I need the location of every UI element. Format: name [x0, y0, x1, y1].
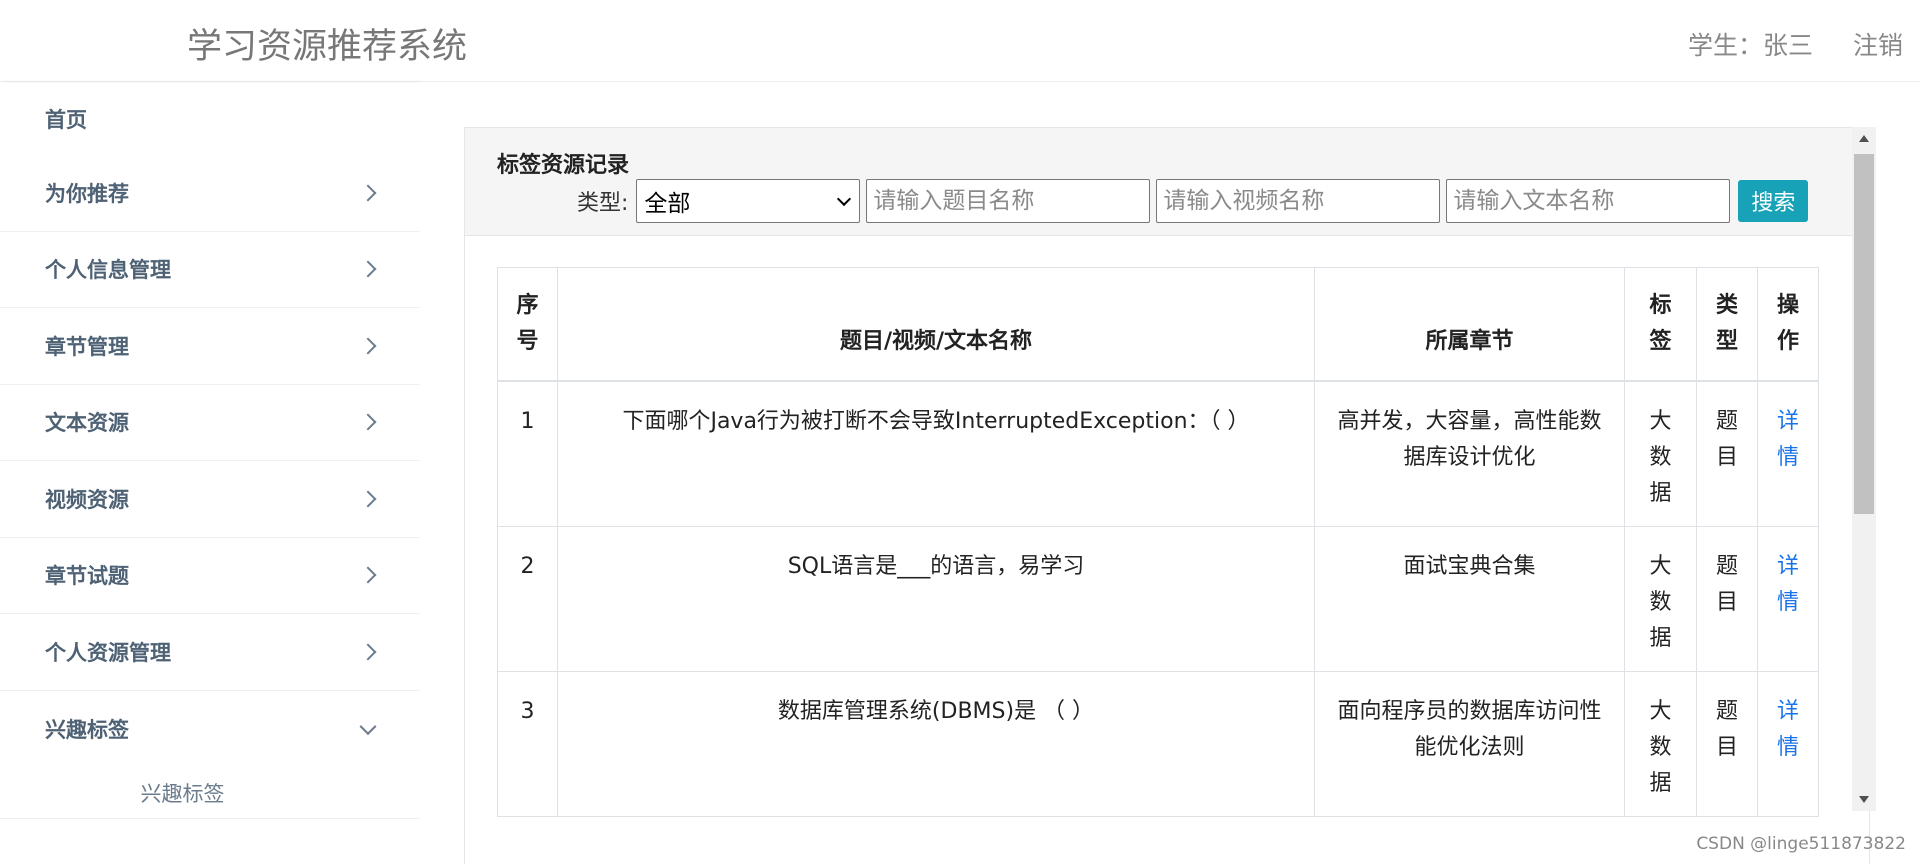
sidebar-item-recommend[interactable]: 为你推荐 — [0, 155, 420, 232]
scroll-down-arrow-icon[interactable] — [1859, 796, 1869, 803]
sidebar-item-chapter-questions[interactable]: 章节试题 — [0, 538, 420, 614]
cell-type: 题目 — [1696, 525, 1758, 672]
chevron-down-icon — [359, 717, 377, 735]
app-title: 学习资源推荐系统 — [187, 27, 468, 67]
column-header-name: 题目/视频/文本名称 — [557, 267, 1315, 382]
sidebar-item-personal-resources[interactable]: 个人资源管理 — [0, 614, 420, 691]
chevron-right-icon — [359, 643, 377, 661]
sidebar-subitem-label: 兴趣标签 — [140, 781, 225, 806]
chevron-right-icon — [359, 566, 377, 584]
cell-action: 详情 — [1757, 380, 1819, 527]
cell-name: 数据库管理系统(DBMS)是 （ ） — [557, 670, 1315, 817]
cell-name: SQL语言是___的语言，易学习 — [557, 525, 1315, 672]
type-select[interactable]: 全部 — [636, 179, 861, 223]
sidebar-item-video-resources[interactable]: 视频资源 — [0, 461, 420, 538]
detail-link[interactable]: 详情 — [1776, 549, 1800, 621]
user-label: 学生：张三 — [1687, 31, 1813, 60]
table-row: 3 数据库管理系统(DBMS)是 （ ） 面向程序员的数据库访问性能优化法则 大… — [497, 670, 1819, 817]
column-header-chapter: 所属章节 — [1314, 267, 1625, 382]
resource-table: 序号 题目/视频/文本名称 所属章节 标签 类型 操作 1 下面哪个Java行为… — [497, 267, 1819, 817]
cell-index: 3 — [497, 670, 558, 817]
main-content: 标签资源记录 类型: 全部 搜索 序号 题目/视频 — [420, 83, 1920, 864]
scrollbar-thumb[interactable] — [1854, 154, 1874, 514]
detail-link[interactable]: 详情 — [1776, 694, 1800, 766]
cell-chapter: 高并发，大容量，高性能数据库设计优化 — [1314, 380, 1625, 527]
user-area: 学生：张三 注销 — [1688, 26, 1903, 62]
column-header-tag: 标签 — [1624, 267, 1697, 382]
top-bar: 学习资源推荐系统 学生：张三 注销 — [0, 0, 1920, 82]
cell-action: 详情 — [1757, 525, 1819, 672]
video-name-input[interactable] — [1156, 179, 1441, 223]
chevron-right-icon — [359, 490, 377, 508]
type-label: 类型: — [577, 191, 629, 216]
chevron-right-icon — [359, 184, 377, 202]
sidebar-item-interest-tags[interactable]: 兴趣标签 — [0, 691, 420, 768]
cell-index: 1 — [497, 380, 558, 527]
tag-resource-panel: 标签资源记录 类型: 全部 搜索 序号 题目/视频 — [464, 127, 1870, 864]
sidebar-subitem-interest-tags[interactable]: 兴趣标签 — [0, 767, 420, 819]
column-header-index: 序号 — [497, 267, 558, 382]
column-header-type: 类型 — [1696, 267, 1758, 382]
chevron-right-icon — [359, 260, 377, 278]
sidebar-item-label: 章节管理 — [45, 334, 129, 359]
cell-tag: 大数据 — [1624, 670, 1697, 817]
cell-tag: 大数据 — [1624, 525, 1697, 672]
table-header-row: 序号 题目/视频/文本名称 所属章节 标签 类型 操作 — [497, 267, 1819, 382]
panel-title: 标签资源记录 — [497, 153, 630, 178]
vertical-scrollbar[interactable] — [1852, 127, 1876, 811]
chevron-down-icon — [837, 191, 852, 207]
sidebar-item-label: 为你推荐 — [45, 181, 129, 206]
sidebar-item-chapters[interactable]: 章节管理 — [0, 308, 420, 385]
column-header-action: 操作 — [1757, 267, 1819, 382]
sidebar-item-label: 个人信息管理 — [45, 258, 171, 283]
cell-tag: 大数据 — [1624, 380, 1697, 527]
sidebar-item-profile[interactable]: 个人信息管理 — [0, 232, 420, 308]
search-button[interactable]: 搜索 — [1738, 180, 1809, 222]
cell-chapter: 面向程序员的数据库访问性能优化法则 — [1314, 670, 1625, 817]
panel-header: 标签资源记录 类型: 全部 搜索 — [465, 128, 1869, 236]
chevron-right-icon — [359, 337, 377, 355]
detail-link[interactable]: 详情 — [1776, 404, 1800, 476]
sidebar-item-label: 兴趣标签 — [45, 717, 129, 742]
sidebar: 首页 为你推荐 个人信息管理 章节管理 文本资源 视频资源 章节试题 个人资源管… — [0, 83, 420, 864]
cell-chapter: 面试宝典合集 — [1314, 525, 1625, 672]
text-name-input[interactable] — [1446, 179, 1731, 223]
cell-action: 详情 — [1757, 670, 1819, 817]
sidebar-item-label: 章节试题 — [45, 564, 129, 589]
sidebar-item-label: 视频资源 — [45, 487, 129, 512]
table-row: 1 下面哪个Java行为被打断不会导致InterruptedException：… — [497, 380, 1819, 527]
table-row: 2 SQL语言是___的语言，易学习 面试宝典合集 大数据 题目 详情 — [497, 525, 1819, 672]
sidebar-item-label: 个人资源管理 — [45, 640, 171, 665]
chevron-right-icon — [359, 413, 377, 431]
type-select-value: 全部 — [644, 191, 691, 217]
cell-type: 题目 — [1696, 670, 1758, 817]
question-name-input[interactable] — [866, 179, 1151, 223]
scroll-up-arrow-icon[interactable] — [1859, 135, 1869, 142]
cell-name: 下面哪个Java行为被打断不会导致InterruptedException：（ … — [557, 380, 1315, 527]
sidebar-item-text-resources[interactable]: 文本资源 — [0, 385, 420, 461]
sidebar-item-label: 首页 — [45, 108, 87, 132]
filter-bar: 类型: 全部 搜索 — [577, 179, 1809, 223]
logout-link[interactable]: 注销 — [1853, 26, 1903, 62]
cell-index: 2 — [497, 525, 558, 672]
sidebar-item-label: 文本资源 — [45, 411, 129, 436]
watermark: CSDN @linge511873822 — [1696, 834, 1906, 854]
sidebar-item-home[interactable]: 首页 — [0, 83, 420, 155]
cell-type: 题目 — [1696, 380, 1758, 527]
